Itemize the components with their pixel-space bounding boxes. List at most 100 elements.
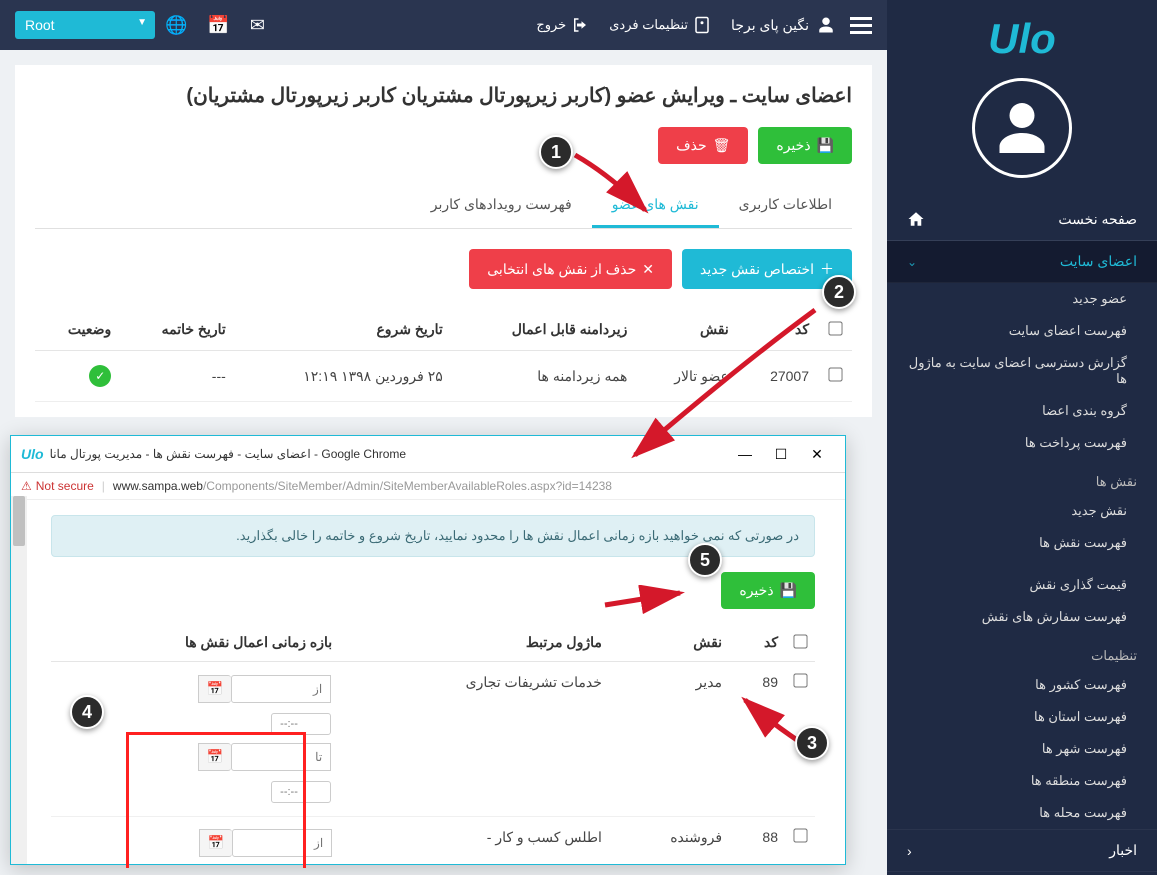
home-icon — [907, 210, 925, 228]
remove-roles-label: حذف از نقش های انتخابی — [487, 261, 636, 278]
nav-members[interactable]: اعضای سایت ⌄ — [887, 241, 1157, 283]
popup-cell-code: 89 — [730, 662, 786, 817]
save-button[interactable]: 💾 ذخیره — [758, 127, 852, 164]
nav-sub-role-list[interactable]: فهرست نقش ها — [887, 527, 1157, 559]
role-actions: ＋ اختصاص نقش جدید ✕ حذف از نقش های انتخا… — [35, 249, 852, 289]
maximize-button[interactable]: ☐ — [763, 442, 799, 466]
page-card: اعضای سایت ـ ویرایش عضو (کاربر زیرپورتال… — [15, 65, 872, 417]
nav-sub-role-orders[interactable]: فهرست سفارش های نقش — [887, 601, 1157, 633]
col-status: وضعیت — [35, 309, 121, 351]
table-row[interactable]: 27007 عضو تالار همه زیردامنه ها ۲۵ فرورد… — [35, 351, 852, 402]
url-host: www.sampa.web — [113, 479, 203, 493]
cell-end: --- — [121, 351, 236, 402]
chevron-left-icon: ‹ — [907, 843, 912, 859]
from-date-input[interactable] — [231, 675, 331, 703]
from-time-input[interactable] — [271, 713, 331, 735]
calendar-icon[interactable]: 📅 — [207, 15, 229, 36]
tab-user-info[interactable]: اطلاعات کاربری — [719, 184, 852, 228]
popup-col-code: کد — [730, 624, 786, 662]
popup-row-checkbox[interactable] — [793, 673, 807, 687]
select-all-checkbox[interactable] — [828, 321, 842, 335]
nav-home-label: صفحه نخست — [1058, 211, 1137, 228]
cell-start: ۲۵ فروردین ۱۳۹۸ ۱۲:۱۹ — [236, 351, 453, 402]
tab-member-roles[interactable]: نقش های عضو — [592, 184, 719, 228]
root-dropdown[interactable]: Root — [15, 11, 155, 39]
nav-sub-neighborhoods[interactable]: فهرست محله ها — [887, 797, 1157, 829]
nav-sub-countries[interactable]: فهرست کشور ها — [887, 669, 1157, 701]
to-date-picker[interactable]: 📅 — [198, 743, 232, 771]
popup-select-all[interactable] — [793, 634, 807, 648]
minimize-button[interactable]: — — [727, 442, 763, 466]
from-date-picker[interactable]: 📅 — [199, 829, 233, 857]
save-icon: 💾 — [780, 582, 797, 599]
step-badge-1: 1 — [539, 135, 573, 169]
avatar — [972, 78, 1072, 178]
from-date-picker[interactable]: 📅 — [198, 675, 232, 703]
settings-icon — [693, 16, 711, 34]
remove-roles-button[interactable]: ✕ حذف از نقش های انتخابی — [469, 249, 672, 289]
popup-roles-table: کد نقش ماژول مرتبط بازه زمانی اعمال نقش … — [51, 624, 815, 868]
logout-icon — [571, 16, 589, 34]
page-title: اعضای سایت ـ ویرایش عضو (کاربر زیرپورتال… — [35, 80, 852, 112]
delete-button[interactable]: 🗑 حذف — [658, 127, 748, 164]
topbar-user[interactable]: نگین پای برجا — [731, 16, 835, 34]
chevron-down-icon: ⌄ — [907, 255, 917, 269]
topbar-logout[interactable]: خروج — [536, 16, 589, 34]
nav-sub-payments[interactable]: فهرست پرداخت ها — [887, 427, 1157, 459]
step-badge-4: 4 — [70, 695, 104, 729]
nav-sub-member-list[interactable]: فهرست اعضای سایت — [887, 315, 1157, 347]
popup-title: Ulo اعضای سایت - فهرست نقش ها - مدیریت پ… — [21, 446, 406, 462]
from-date-input[interactable] — [232, 829, 332, 857]
popup-save-button[interactable]: 💾 ذخیره — [721, 572, 815, 609]
trash-icon: 🗑 — [713, 137, 731, 154]
nav-news[interactable]: اخبار ‹ — [887, 829, 1157, 871]
nav-section-settings: تنظیمات — [887, 633, 1157, 669]
to-date-input[interactable] — [231, 743, 331, 771]
nav-sub-new-role[interactable]: نقش جدید — [887, 495, 1157, 527]
nav-sub-new-member[interactable]: عضو جدید — [887, 283, 1157, 315]
popup-save-label: ذخیره — [739, 582, 773, 599]
to-time-input[interactable] — [271, 781, 331, 803]
popup-urlbar: ⚠ Not secure | www.sampa.web/Components/… — [11, 473, 845, 500]
menu-toggle[interactable] — [850, 13, 872, 38]
date-range-inputs: 📅 📅 — [59, 674, 332, 804]
root-value: Root — [25, 17, 55, 33]
user-icon — [817, 16, 835, 34]
col-subdomain: زیردامنه قابل اعمال — [453, 309, 638, 351]
globe-icon[interactable]: 🌐 — [165, 15, 187, 36]
popup-row[interactable]: 88 فروشنده اطلس کسب و کار - 📅 — [51, 817, 815, 869]
nav-members-label: اعضای سایت — [1060, 253, 1137, 270]
sidebar: Ulo صفحه نخست اعضای سایت ⌄ عضو جدید فهرس… — [887, 0, 1157, 875]
nav-section-roles: نقش ها — [887, 459, 1157, 495]
tab-user-events[interactable]: فهرست رویدادهای کاربر — [411, 184, 592, 228]
nav-news-label: اخبار — [1109, 842, 1137, 859]
popup-row[interactable]: 89 مدیر خدمات تشریفات تجاری 📅 — [51, 662, 815, 817]
close-button[interactable]: ✕ — [799, 442, 835, 466]
nav-sub-provinces[interactable]: فهرست استان ها — [887, 701, 1157, 733]
popup-cell-module: اطلس کسب و کار - — [340, 817, 610, 869]
row-checkbox[interactable] — [828, 367, 842, 381]
nav-sub-member-groups[interactable]: گروه بندی اعضا — [887, 395, 1157, 427]
nav-home[interactable]: صفحه نخست — [887, 198, 1157, 241]
popup-col-daterange: بازه زمانی اعمال نقش ها — [51, 624, 340, 662]
brand-logo: Ulo — [887, 0, 1157, 68]
mail-icon[interactable]: ✉ — [250, 15, 265, 36]
step-badge-5: 5 — [688, 543, 722, 577]
nav-sub-regions[interactable]: فهرست منطقه ها — [887, 765, 1157, 797]
nav-sub-access-report[interactable]: گزارش دسترسی اعضای سایت به ماژول ها — [887, 347, 1157, 395]
topbar: نگین پای برجا تنظیمات فردی خروج ✉ 📅 🌐 Ro… — [0, 0, 887, 50]
col-role: نقش — [637, 309, 738, 351]
logout-label: خروج — [536, 17, 566, 33]
col-start: تاریخ شروع — [236, 309, 453, 351]
cell-subdomain: همه زیردامنه ها — [453, 351, 638, 402]
popup-col-role: نقش — [610, 624, 730, 662]
step-badge-3: 3 — [795, 726, 829, 760]
popup-col-module: ماژول مرتبط — [340, 624, 610, 662]
tabs: اطلاعات کاربری نقش های عضو فهرست رویداده… — [35, 184, 852, 229]
nav-sub-role-pricing[interactable]: قیمت گذاری نقش — [887, 569, 1157, 601]
nav-rss[interactable]: آر اس اس ـ RSS ‹ — [887, 871, 1157, 875]
avatar-icon — [992, 98, 1052, 158]
topbar-settings[interactable]: تنظیمات فردی — [609, 16, 711, 34]
popup-row-checkbox[interactable] — [793, 828, 807, 842]
nav-sub-cities[interactable]: فهرست شهر ها — [887, 733, 1157, 765]
